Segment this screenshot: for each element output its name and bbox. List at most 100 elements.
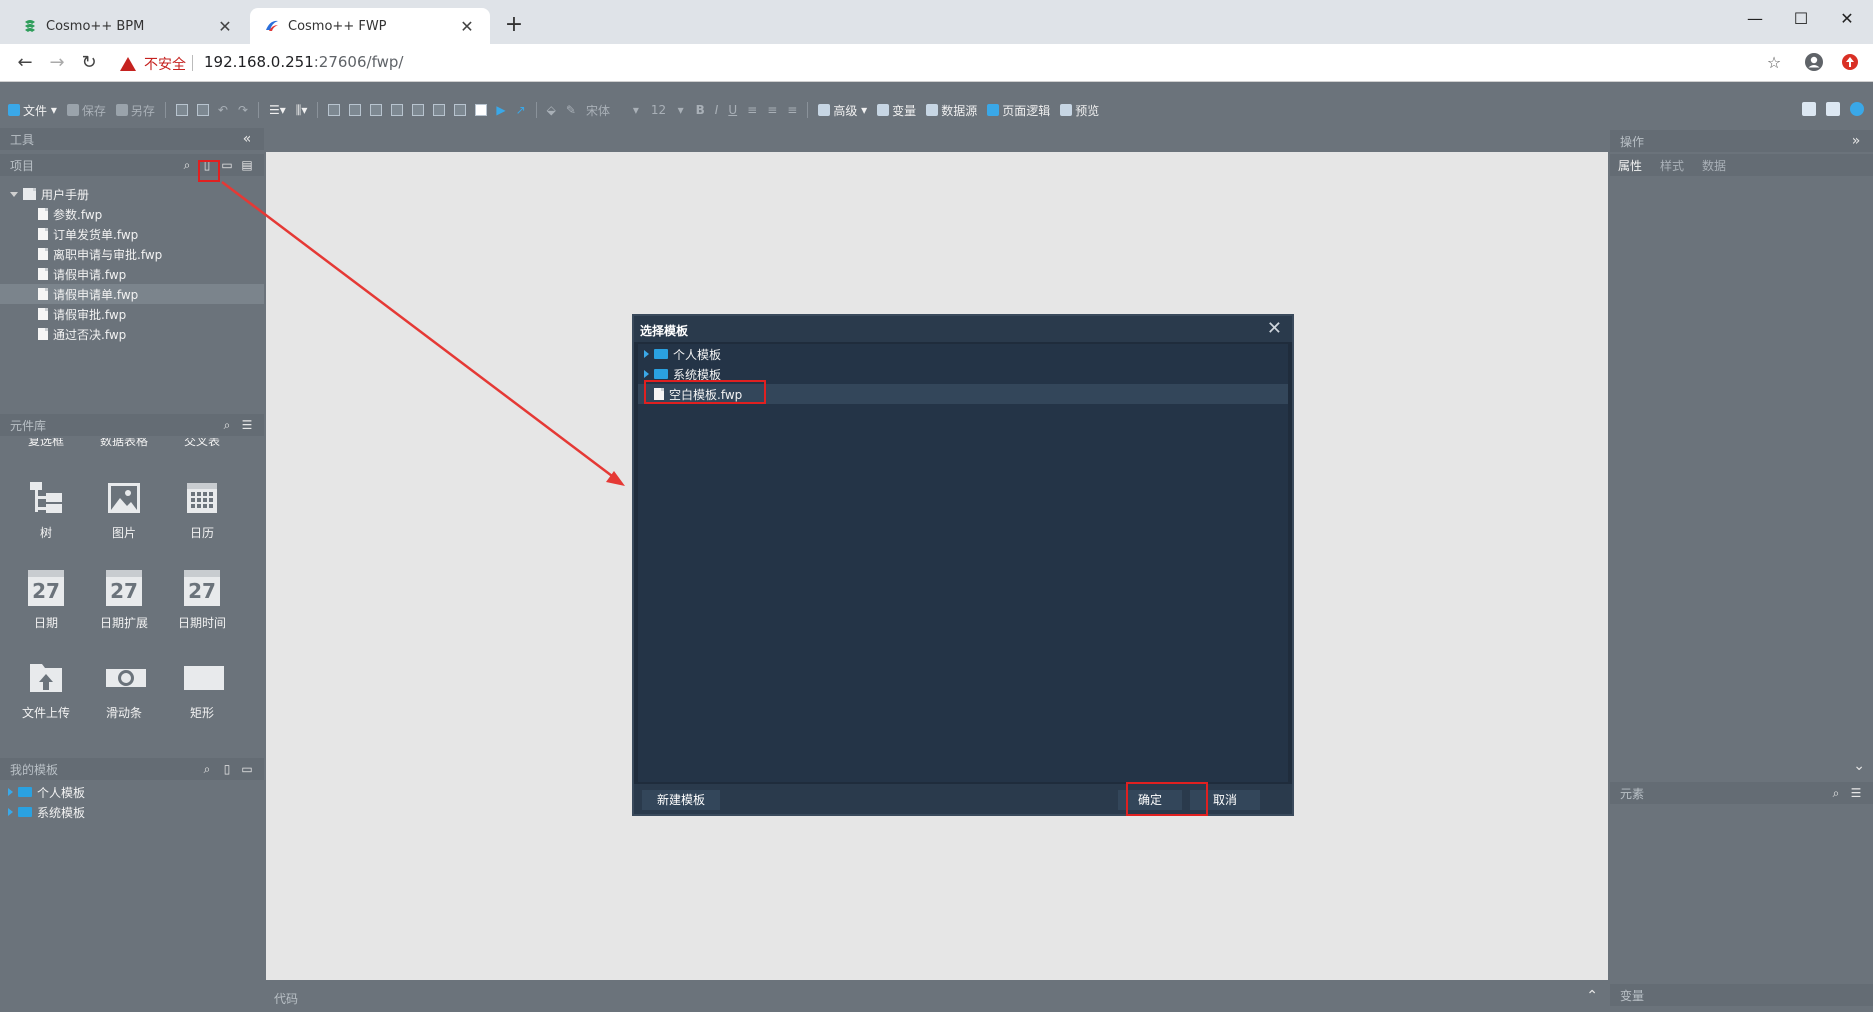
template-folder-row[interactable]: 个人模板: [0, 782, 264, 802]
reload-icon[interactable]: ↻: [76, 50, 102, 76]
copy-icon[interactable]: [175, 104, 188, 116]
project-root-row[interactable]: 用户手册: [0, 184, 264, 204]
project-file-row[interactable]: 请假审批.fwp: [0, 304, 264, 324]
menu-icon[interactable]: ☰: [240, 418, 254, 432]
backward-icon[interactable]: [391, 104, 404, 116]
template-folder-row[interactable]: 个人模板: [638, 344, 1288, 364]
library-item-date-ext[interactable]: 27 日期扩展: [86, 570, 162, 631]
arrange-icon[interactable]: [454, 104, 467, 116]
file-menu-button[interactable]: 文件 ▾: [8, 102, 57, 119]
collapse-right-icon[interactable]: »: [1849, 134, 1863, 148]
back-arrow-icon[interactable]: ←: [12, 50, 38, 76]
folder-label: 系统模板: [37, 805, 86, 820]
grid-icon[interactable]: [475, 104, 488, 116]
forward-arrow-icon[interactable]: →: [44, 50, 70, 76]
library-item-datetime[interactable]: 27 日期时间: [164, 570, 240, 631]
save-as-button[interactable]: 另存: [115, 102, 155, 119]
collapse-down-icon[interactable]: ⌄: [1853, 758, 1865, 774]
window-close-icon[interactable]: ✕: [1824, 4, 1870, 34]
search-icon[interactable]: ⌕: [220, 418, 234, 432]
new-template-button[interactable]: 新建模板: [642, 790, 720, 810]
variables-button[interactable]: 变量: [877, 102, 916, 119]
library-item-image[interactable]: 图片: [86, 480, 162, 541]
font-size-select[interactable]: 12 ▾: [651, 103, 684, 117]
italic-icon[interactable]: I: [715, 103, 719, 117]
library-item-rectangle[interactable]: 矩形: [164, 660, 240, 721]
pointer-icon[interactable]: ▶: [496, 103, 505, 117]
page-logic-button[interactable]: 页面逻辑: [987, 102, 1050, 119]
align-left-icon[interactable]: ≡: [747, 103, 757, 117]
file-list-icon[interactable]: ▤: [240, 158, 254, 172]
tab-cosmo-fwp[interactable]: Cosmo++ FWP ✕: [250, 8, 490, 44]
font-family-select[interactable]: 宋体 ▾: [586, 102, 639, 119]
layout-icon[interactable]: [1802, 102, 1816, 116]
device-icon[interactable]: [1826, 102, 1840, 116]
paste-icon[interactable]: [196, 104, 209, 116]
library-item-calendar[interactable]: 日历: [164, 480, 240, 541]
forward-icon[interactable]: [370, 104, 383, 116]
collapse-left-icon[interactable]: «: [240, 132, 254, 146]
fill-color-icon[interactable]: ⬙: [547, 103, 556, 117]
line-color-icon[interactable]: ✎: [566, 103, 576, 117]
file-label: 请假申请.fwp: [53, 267, 127, 282]
library-item-file-upload[interactable]: 文件上传: [8, 660, 84, 721]
maximize-icon[interactable]: ☐: [1778, 4, 1824, 34]
minimize-icon[interactable]: —: [1732, 4, 1778, 34]
library-item-tree[interactable]: 树: [8, 480, 84, 541]
connector-icon[interactable]: ↗: [516, 103, 526, 117]
new-folder-icon[interactable]: ▭: [220, 158, 234, 172]
align-center-icon[interactable]: ≡: [767, 103, 777, 117]
datasource-button[interactable]: 数据源: [926, 102, 977, 119]
close-icon[interactable]: ✕: [458, 17, 476, 36]
group-icon[interactable]: [412, 104, 425, 116]
expand-caret-icon[interactable]: [10, 191, 18, 197]
url-path: :27606/fwp/: [313, 53, 404, 71]
close-icon[interactable]: ✕: [216, 17, 234, 36]
bold-icon[interactable]: B: [696, 103, 705, 117]
project-file-row[interactable]: 订单发货单.fwp: [0, 224, 264, 244]
security-warning[interactable]: 不安全: [120, 54, 186, 74]
search-icon[interactable]: ⌕: [1829, 786, 1843, 800]
library-item-date[interactable]: 27 日期: [8, 570, 84, 631]
url-input[interactable]: 192.168.0.251:27606/fwp/: [204, 53, 403, 71]
underline-icon[interactable]: U: [728, 103, 737, 117]
extension-icon[interactable]: [1838, 52, 1862, 76]
undo-icon[interactable]: ↶: [218, 103, 228, 117]
bookmark-star-icon[interactable]: ☆: [1762, 52, 1786, 76]
new-tab-plus-icon[interactable]: +: [500, 12, 528, 37]
search-icon[interactable]: ⌕: [180, 158, 194, 172]
expand-caret-icon[interactable]: [8, 788, 13, 796]
expand-caret-icon[interactable]: [644, 350, 649, 358]
project-file-row[interactable]: 离职申请与审批.fwp: [0, 244, 264, 264]
expand-caret-icon[interactable]: [644, 370, 649, 378]
menu-icon[interactable]: ☰: [1849, 786, 1863, 800]
library-item-slider[interactable]: 滑动条: [86, 660, 162, 721]
new-folder-icon[interactable]: ▭: [240, 762, 254, 776]
tab-style[interactable]: 样式: [1660, 157, 1684, 174]
align-dropdown-icon[interactable]: ☰▾: [269, 103, 286, 117]
new-file-icon[interactable]: ▯: [220, 762, 234, 776]
help-icon[interactable]: [1850, 102, 1864, 116]
project-file-row[interactable]: 请假申请.fwp: [0, 264, 264, 284]
project-file-row-selected[interactable]: 请假申请单.fwp: [0, 284, 264, 304]
search-icon[interactable]: ⌕: [200, 762, 214, 776]
bring-front-icon[interactable]: [328, 104, 341, 116]
advanced-menu-button[interactable]: 高级 ▾: [818, 102, 867, 119]
save-button[interactable]: 保存: [66, 102, 106, 119]
redo-icon[interactable]: ↷: [238, 103, 248, 117]
profile-avatar-icon[interactable]: [1802, 52, 1826, 76]
expand-up-icon[interactable]: ⌃: [1586, 988, 1598, 1004]
distribute-dropdown-icon[interactable]: ⫼▾: [296, 103, 308, 118]
project-file-row[interactable]: 参数.fwp: [0, 204, 264, 224]
expand-caret-icon[interactable]: [8, 808, 13, 816]
tab-properties[interactable]: 属性: [1618, 157, 1642, 174]
align-right-icon[interactable]: ≡: [787, 103, 797, 117]
tab-data[interactable]: 数据: [1702, 157, 1726, 174]
send-back-icon[interactable]: [349, 104, 362, 116]
close-icon[interactable]: ✕: [1267, 318, 1282, 339]
preview-button[interactable]: 预览: [1060, 102, 1099, 119]
template-folder-row[interactable]: 系统模板: [0, 802, 264, 822]
tab-cosmo-bpm[interactable]: Cosmo++ BPM ✕: [8, 8, 248, 44]
ungroup-icon[interactable]: [433, 104, 446, 116]
project-file-row[interactable]: 通过否决.fwp: [0, 324, 264, 344]
